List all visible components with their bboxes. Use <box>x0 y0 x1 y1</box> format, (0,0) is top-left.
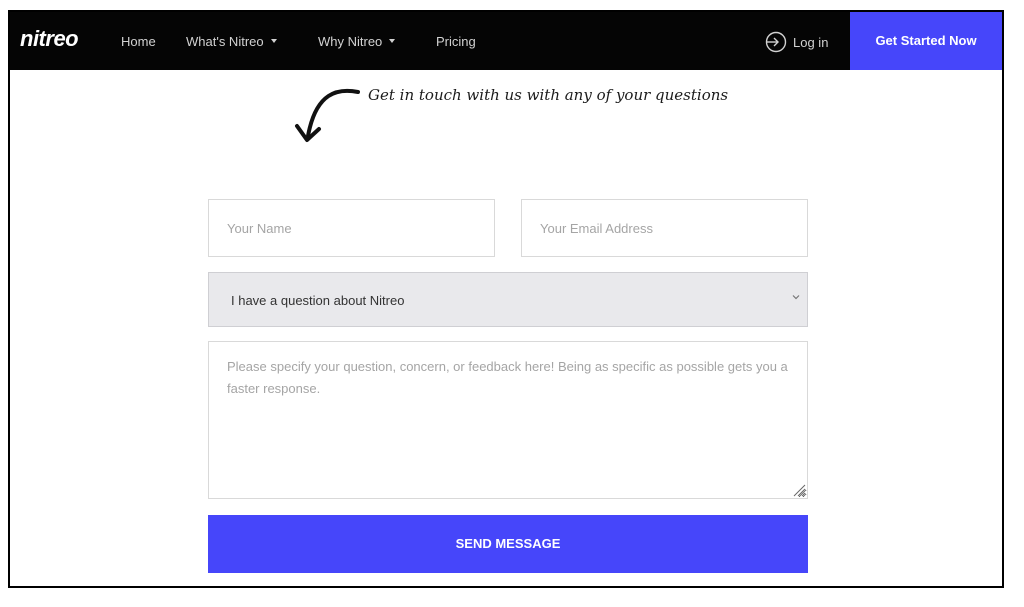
login-link[interactable]: Log in <box>765 31 828 53</box>
send-message-button[interactable]: SEND MESSAGE <box>208 515 808 573</box>
nav-item-label: What's Nitreo <box>186 34 264 49</box>
nav-item-label: Home <box>121 34 156 49</box>
caret-down-icon <box>389 39 396 43</box>
message-textarea[interactable] <box>208 341 808 499</box>
caret-down-icon <box>270 39 277 43</box>
nav-item-home[interactable]: Home <box>121 34 156 49</box>
name-input[interactable] <box>208 199 495 257</box>
login-icon <box>765 31 793 53</box>
top-navbar: nitreo Home What's Nitreo Why Nitreo Pri… <box>10 12 1002 70</box>
chevron-down-icon <box>792 295 800 300</box>
curved-arrow-icon <box>295 88 360 142</box>
nav-item-label: Why Nitreo <box>318 34 383 49</box>
page-frame: nitreo Home What's Nitreo Why Nitreo Pri… <box>8 10 1004 588</box>
topic-select-value: I have a question about Nitreo <box>231 293 405 308</box>
get-started-button[interactable]: Get Started Now <box>850 12 1002 70</box>
logo[interactable]: nitreo <box>20 26 79 52</box>
login-label: Log in <box>793 35 829 50</box>
contact-tagline: Get in touch with us with any of your qu… <box>368 86 729 104</box>
nav-item-whats-nitreo[interactable]: What's Nitreo <box>186 34 277 49</box>
nav-item-pricing[interactable]: Pricing <box>436 34 476 49</box>
email-input[interactable] <box>521 199 808 257</box>
nav-item-label: Pricing <box>436 34 476 49</box>
topic-select[interactable]: I have a question about Nitreo <box>208 272 808 327</box>
nav-item-why-nitreo[interactable]: Why Nitreo <box>318 34 396 49</box>
